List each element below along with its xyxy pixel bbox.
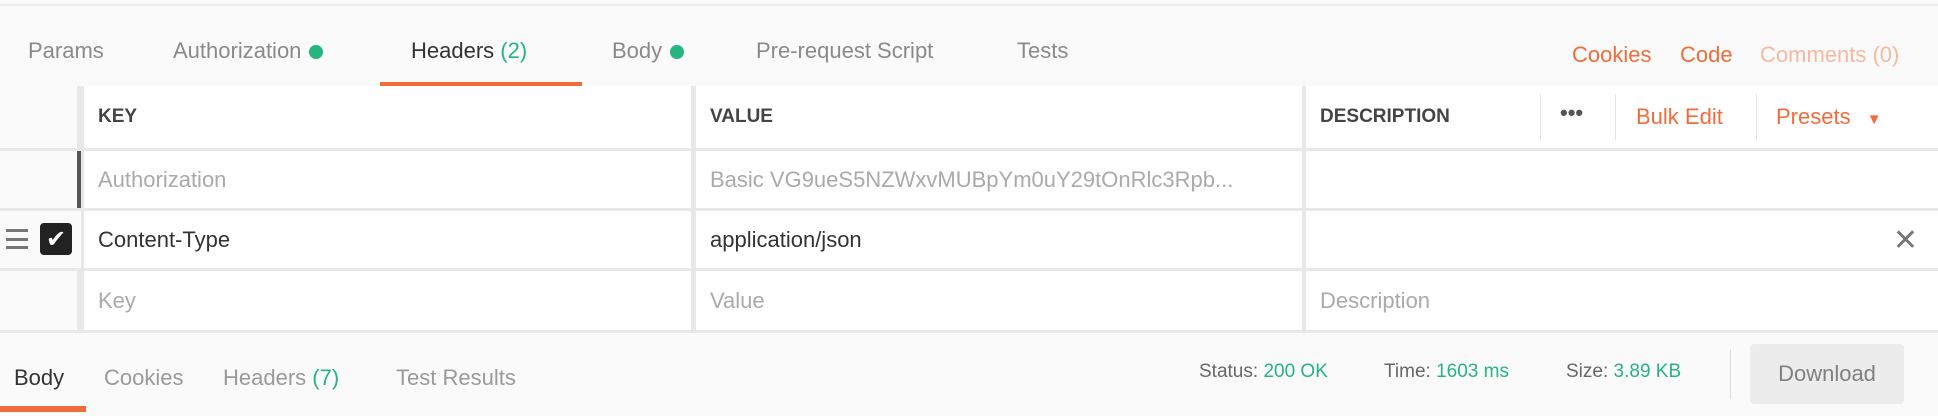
response-tab-test-results[interactable]: Test Results	[396, 365, 516, 391]
header-key-input[interactable]: Content-Type	[84, 211, 691, 268]
response-tab-body[interactable]: Body	[14, 365, 64, 391]
row-gutter	[0, 271, 77, 330]
column-header-key: KEY	[84, 86, 691, 148]
presets-dropdown[interactable]: Presets ▼	[1776, 104, 1882, 130]
new-value-input[interactable]: Value	[696, 271, 1302, 330]
response-bar: Body Cookies Headers (7) Test Results St…	[0, 332, 1938, 416]
presets-label: Presets	[1776, 104, 1851, 129]
status-dot-icon	[670, 45, 685, 60]
tab-label: Pre-request Script	[756, 38, 934, 63]
tab-count: (7)	[312, 365, 340, 390]
tab-label: Authorization	[173, 38, 302, 63]
header-description-input[interactable]: ✕	[1306, 211, 1938, 268]
tab-params[interactable]: Params	[28, 38, 104, 64]
new-description-input[interactable]: Description	[1306, 271, 1938, 330]
time-readout: Time: 1603 ms	[1384, 361, 1509, 383]
response-tab-cookies[interactable]: Cookies	[104, 365, 183, 391]
new-key-input[interactable]: Key	[84, 271, 691, 330]
comments-link[interactable]: Comments (0)	[1760, 42, 1899, 68]
time-value: 1603 ms	[1436, 361, 1509, 382]
time-label: Time:	[1384, 361, 1431, 382]
row-gutter	[0, 151, 77, 208]
response-tab-headers[interactable]: Headers (7)	[223, 365, 339, 391]
description-label: DESCRIPTION	[1320, 106, 1450, 127]
status-dot-icon	[309, 45, 324, 60]
tab-authorization[interactable]: Authorization	[173, 38, 324, 64]
tab-body[interactable]: Body	[612, 38, 685, 64]
tab-tests[interactable]: Tests	[1017, 38, 1068, 64]
caret-down-icon: ▼	[1866, 111, 1882, 128]
size-label: Size:	[1566, 361, 1609, 382]
status-value: 200 OK	[1263, 361, 1328, 382]
row-gutter: ✔	[0, 211, 81, 268]
header-description-input[interactable]	[1306, 151, 1938, 208]
size-readout: Size: 3.89 KB	[1566, 361, 1681, 383]
enable-checkbox[interactable]: ✔	[40, 223, 72, 255]
status-label: Status:	[1199, 361, 1259, 382]
active-tab-indicator	[0, 406, 86, 412]
tab-headers[interactable]: Headers (2)	[411, 38, 527, 64]
more-options-icon[interactable]: •••	[1560, 100, 1583, 126]
tab-label: Headers	[223, 365, 307, 390]
bulk-edit-button[interactable]: Bulk Edit	[1636, 104, 1723, 130]
status-readout: Status: 200 OK	[1199, 361, 1328, 383]
header-key-input[interactable]: Authorization	[84, 151, 691, 208]
header-value-input[interactable]: application/json	[696, 211, 1302, 268]
column-header-description: DESCRIPTION ••• Bulk Edit Presets ▼	[1306, 86, 1938, 148]
size-value: 3.89 KB	[1613, 361, 1682, 382]
gutter	[0, 86, 77, 148]
header-value-input[interactable]: Basic VG9ueS5NZWxvMUBpYm0uY29tOnRlc3Rpb.…	[696, 151, 1302, 208]
code-link[interactable]: Code	[1680, 42, 1733, 68]
request-tabs: Params Authorization Headers (2) Body Pr…	[0, 6, 1938, 87]
tab-label: Params	[28, 38, 104, 63]
divider	[1730, 349, 1731, 399]
column-header-value: VALUE	[696, 86, 1302, 148]
tab-label: Headers	[411, 38, 495, 63]
delete-row-icon[interactable]: ✕	[1893, 223, 1918, 258]
cookies-link[interactable]: Cookies	[1572, 42, 1651, 68]
tab-label: Body	[612, 38, 663, 63]
tab-label: Tests	[1017, 38, 1069, 63]
disabled-row-marker	[77, 151, 81, 208]
tab-pre-request-script[interactable]: Pre-request Script	[756, 38, 933, 64]
drag-handle-icon[interactable]	[6, 229, 28, 249]
tab-count: (2)	[500, 38, 528, 63]
download-button[interactable]: Download	[1750, 344, 1904, 404]
headers-table: KEY VALUE DESCRIPTION ••• Bulk Edit Pres…	[0, 86, 1938, 332]
